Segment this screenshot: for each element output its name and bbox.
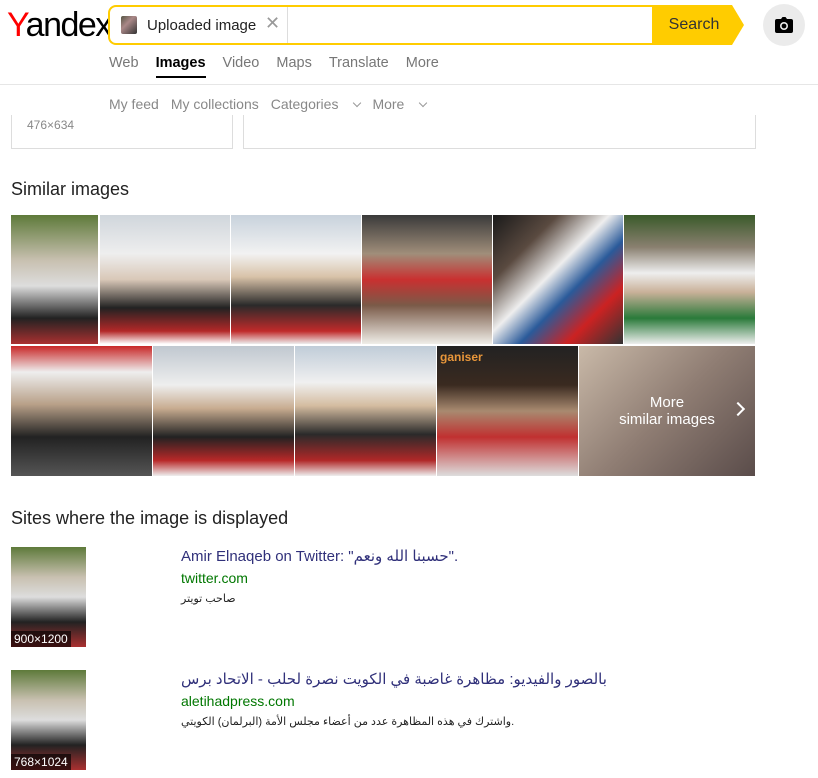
tab-more[interactable]: More xyxy=(406,55,439,78)
site-result: 768×1024 بالصور والفيديو: مظاهرة غاضبة ف… xyxy=(11,670,811,770)
similar-image[interactable]: ganiser xyxy=(437,346,578,476)
similar-images-grid: ganiser More similar images xyxy=(11,215,755,476)
more-similar-images-button[interactable]: More similar images xyxy=(579,346,755,476)
categories-dropdown[interactable]: Categories xyxy=(270,96,362,112)
site-url-link[interactable]: twitter.com xyxy=(181,570,248,586)
uploaded-image-label: Uploaded image xyxy=(147,16,257,34)
my-feed-link[interactable]: My feed xyxy=(109,96,159,112)
more-similar-line2: similar images xyxy=(619,411,715,428)
site-title-link[interactable]: Amir Elnaqeb on Twitter: "حسبنا الله ونع… xyxy=(181,547,458,565)
similar-image[interactable] xyxy=(295,346,436,476)
similar-image[interactable] xyxy=(493,215,623,344)
search-button-arrow xyxy=(732,5,744,45)
more-label: More xyxy=(372,96,405,112)
sites-heading: Sites where the image is displayed xyxy=(11,508,289,528)
tab-video[interactable]: Video xyxy=(223,55,260,78)
similar-image[interactable] xyxy=(362,215,492,344)
site-thumbnail[interactable]: 768×1024 xyxy=(11,670,86,770)
chevron-right-icon xyxy=(730,401,746,417)
site-title-link[interactable]: بالصور والفيديو: مظاهرة غاضبة في الكويت … xyxy=(181,670,607,688)
similar-image[interactable] xyxy=(11,215,98,344)
similar-images-heading: Similar images xyxy=(11,179,130,199)
search-box[interactable]: Uploaded image ✕ xyxy=(108,5,652,45)
site-thumbnail[interactable]: 900×1200 xyxy=(11,547,86,647)
similar-image[interactable] xyxy=(11,346,152,476)
thumbnail-dimensions: 768×1024 xyxy=(11,754,71,770)
more-dropdown[interactable]: More xyxy=(372,96,428,112)
uploaded-image-thumbnail xyxy=(121,16,137,34)
tab-web[interactable]: Web xyxy=(109,55,139,78)
more-similar-line1: More xyxy=(649,394,685,411)
similar-image[interactable] xyxy=(231,215,361,344)
tab-maps[interactable]: Maps xyxy=(276,55,311,78)
header-divider xyxy=(0,84,818,85)
service-tabs: Web Images Video Maps Translate More xyxy=(109,55,456,78)
close-icon[interactable]: ✕ xyxy=(265,13,280,34)
search-button[interactable]: Search xyxy=(652,5,732,45)
similar-image[interactable] xyxy=(153,346,294,476)
similar-image[interactable] xyxy=(100,215,230,344)
site-url-link[interactable]: aletihadpress.com xyxy=(181,693,295,709)
site-description: واشترك في هذه المظاهرة عدد من أعضاء مجلس… xyxy=(181,716,515,728)
my-collections-link[interactable]: My collections xyxy=(171,96,259,112)
uploaded-image-chip[interactable]: Uploaded image ✕ xyxy=(115,12,289,38)
image-info-card: 476×634 xyxy=(11,115,233,149)
yandex-logo[interactable]: Yandex xyxy=(7,6,112,44)
thumbnail-dimensions: 900×1200 xyxy=(11,631,71,647)
tab-images[interactable]: Images xyxy=(155,55,206,78)
images-subnav: My feed My collections Categories More xyxy=(109,96,438,112)
camera-icon[interactable] xyxy=(763,4,805,46)
image-sizes-card xyxy=(243,115,756,149)
chevron-down-icon xyxy=(353,98,362,108)
site-result: 900×1200 Amir Elnaqeb on Twitter: "حسبنا… xyxy=(11,547,811,647)
image-dimensions: 476×634 xyxy=(27,118,75,132)
chevron-down-icon xyxy=(419,98,428,108)
similar-image[interactable] xyxy=(624,215,755,344)
image-overlay-text: ganiser xyxy=(440,350,483,364)
chip-divider xyxy=(287,7,288,43)
tab-translate[interactable]: Translate xyxy=(329,55,389,78)
categories-label: Categories xyxy=(270,96,339,112)
site-description: صاحب تويتر xyxy=(181,593,236,605)
